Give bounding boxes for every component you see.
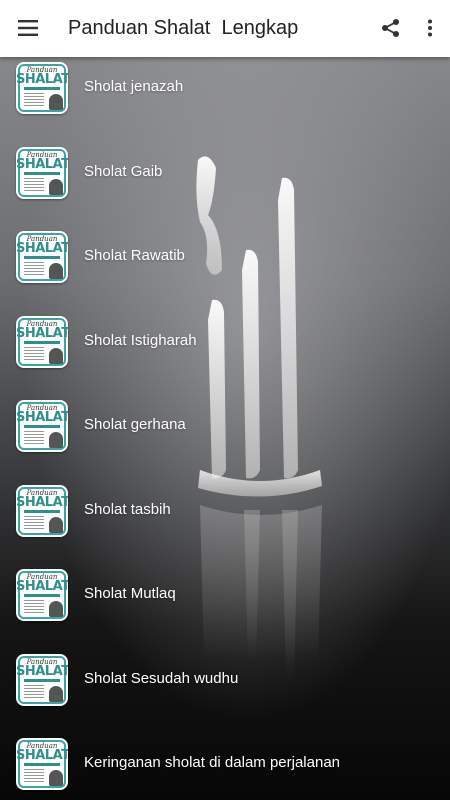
thumbnail-main-text: SHALAT — [16, 156, 68, 172]
share-button[interactable] — [371, 8, 411, 48]
thumbnail-main-text: SHALAT — [16, 579, 68, 594]
list-item-label: Sholat jenazah — [84, 78, 184, 95]
list-item-label: Sholat Gaib — [84, 162, 163, 180]
list-item[interactable]: Panduan SHALAT Keringanan sholat di dala… — [0, 721, 450, 800]
list-item[interactable]: Panduan SHALAT Sholat Mutlaq — [0, 552, 450, 637]
book-cover-thumbnail: Panduan SHALAT — [16, 146, 68, 199]
list-item[interactable]: Panduan SHALAT Sholat Rawatib — [0, 214, 450, 299]
thumbnail-main-text: SHALAT — [16, 663, 68, 679]
thumbnail-main-text: SHALAT — [16, 325, 68, 341]
list-item[interactable]: Panduan SHALAT Sholat tasbih — [0, 468, 450, 553]
list-item[interactable]: Panduan SHALAT Sholat Istigharah — [0, 299, 450, 384]
book-cover-thumbnail: Panduan SHALAT — [16, 231, 68, 283]
list-item-label: Sholat tasbih — [84, 500, 171, 518]
book-cover-thumbnail: Panduan SHALAT — [16, 569, 68, 621]
menu-button[interactable] — [8, 8, 48, 48]
book-cover-thumbnail: Panduan SHALAT — [16, 653, 68, 706]
more-vertical-icon — [428, 19, 432, 37]
app-bar: Panduan Shalat Lengkap — [0, 0, 450, 57]
thumbnail-main-text: SHALAT — [16, 748, 68, 763]
list-item-label: Sholat Istigharah — [84, 331, 197, 349]
thumbnail-main-text: SHALAT — [16, 241, 68, 256]
book-cover-thumbnail: Panduan SHALAT — [16, 62, 68, 114]
app-title: Panduan Shalat Lengkap — [68, 17, 299, 39]
list-item[interactable]: Panduan SHALAT Sholat jenazah — [0, 45, 450, 130]
book-cover-thumbnail: Panduan SHALAT — [16, 484, 68, 537]
list-item-label: Sholat Mutlaq — [84, 585, 176, 602]
prayer-list: Panduan SHALAT Sholat jenazah Panduan SH… — [0, 45, 450, 800]
list-item-label: Sholat gerhana — [84, 416, 186, 433]
list-item-label: Keringanan sholat di dalam perjalanan — [84, 754, 341, 771]
share-icon — [382, 19, 399, 37]
thumbnail-main-text: SHALAT — [16, 72, 68, 87]
list-item[interactable]: Panduan SHALAT Sholat gerhana — [0, 383, 450, 468]
thumbnail-main-text: SHALAT — [16, 494, 68, 510]
list-item-label: Sholat Sesudah wudhu — [84, 669, 239, 687]
app-screen: Panduan Shalat Lengkap Panduan SHALAT Sh… — [0, 0, 450, 800]
list-item[interactable]: Panduan SHALAT Sholat Gaib — [0, 130, 450, 215]
hamburger-menu-icon — [18, 20, 38, 36]
more-options-button[interactable] — [410, 8, 450, 48]
list-item[interactable]: Panduan SHALAT Sholat Sesudah wudhu — [0, 637, 450, 722]
book-cover-thumbnail: Panduan SHALAT — [16, 738, 68, 790]
book-cover-thumbnail: Panduan SHALAT — [16, 315, 68, 368]
thumbnail-main-text: SHALAT — [16, 410, 68, 425]
book-cover-thumbnail: Panduan SHALAT — [16, 400, 68, 452]
list-item-label: Sholat Rawatib — [84, 247, 185, 264]
